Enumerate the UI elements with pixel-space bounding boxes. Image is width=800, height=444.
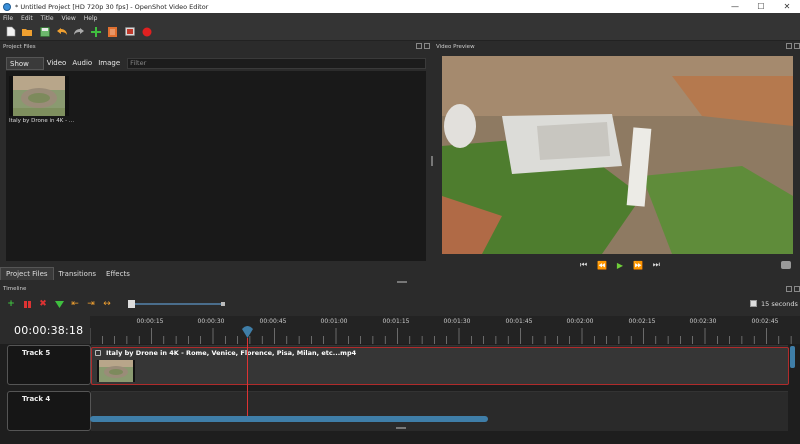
menu-file[interactable]: File (3, 15, 13, 22)
main-toolbar (0, 23, 800, 41)
zoom-slider-track[interactable] (132, 303, 224, 305)
tab-show-all[interactable]: Show All (6, 56, 44, 81)
horizontal-scrollbar[interactable] (90, 416, 488, 422)
video-preview-dock-title: Video Preview (436, 44, 475, 50)
ruler-tick-label: 00:02:45 (751, 318, 779, 325)
track-header[interactable]: Track 5 (7, 345, 91, 385)
maximize-icon[interactable]: ☐ (748, 0, 774, 13)
ruler-tick-label: 00:02:30 (689, 318, 717, 325)
previous-marker-icon[interactable]: ⇤ (70, 299, 80, 309)
vertical-scrollbar[interactable] (790, 346, 795, 368)
playhead-line (247, 338, 248, 418)
timeline-ruler[interactable]: 00:00:15 00:00:30 00:00:45 00:01:00 00:0… (90, 316, 800, 344)
play-icon[interactable]: ▶ (617, 261, 623, 270)
next-marker-icon[interactable]: ⇥ (86, 299, 96, 309)
video-frame (442, 56, 793, 254)
window-titlebar: * Untitled Project [HD 720p 30 fps] - Op… (0, 0, 800, 13)
tab-project-files[interactable]: Project Files (0, 267, 54, 280)
bottom-tabs: Project Files Transitions Effects (0, 267, 428, 280)
file-name: Italy by Drone in 4K - ... (9, 118, 75, 124)
tab-transitions[interactable]: Transitions (54, 268, 102, 280)
razor-icon[interactable]: ✖ (38, 299, 48, 309)
fullscreen-icon[interactable] (123, 26, 136, 38)
playhead-handle[interactable] (242, 325, 253, 338)
filter-bar: Show All Video Audio Image Filter (6, 56, 426, 81)
jump-start-icon[interactable]: ⏮ (580, 260, 587, 270)
save-project-icon[interactable] (38, 26, 51, 38)
snapping-icon[interactable] (22, 299, 32, 309)
window-title: * Untitled Project [HD 720p 30 fps] - Op… (15, 2, 209, 11)
vertical-splitter-handle[interactable] (431, 156, 433, 166)
fast-forward-icon[interactable]: ⏩ (633, 261, 643, 270)
track-lane[interactable] (91, 391, 788, 431)
new-project-icon[interactable] (4, 26, 17, 38)
export-video-icon[interactable] (140, 26, 153, 38)
track-name: Track 4 (22, 395, 51, 403)
timeline-toolbar: + ✖ ⇤ ⇥ ↔ (0, 296, 800, 312)
menu-view[interactable]: View (62, 15, 76, 22)
menu-edit[interactable]: Edit (21, 15, 33, 22)
playback-controls: ⏮ ⏪ ▶ ⏩ ⏭ (580, 259, 660, 271)
add-marker-icon[interactable] (54, 299, 64, 309)
dock-buttons[interactable] (784, 286, 800, 292)
ruler-tick-label: 00:02:00 (566, 318, 594, 325)
undo-icon[interactable] (55, 26, 68, 38)
ruler-tick-label: 00:00:30 (197, 318, 225, 325)
jump-end-icon[interactable]: ⏭ (653, 260, 660, 270)
add-track-icon[interactable]: + (6, 299, 16, 309)
rewind-icon[interactable]: ⏪ (597, 261, 607, 270)
timecode-display: 00:00:38:18 (14, 324, 84, 337)
zoom-slider-end[interactable] (221, 302, 225, 306)
tab-video[interactable]: Video (44, 57, 70, 70)
tab-effects[interactable]: Effects (101, 268, 135, 280)
menu-bar: File Edit Title View Help (0, 13, 800, 23)
ruler-tick-label: 00:01:00 (320, 318, 348, 325)
ruler-tick-label: 00:01:15 (382, 318, 410, 325)
clip-thumbnail (97, 360, 135, 382)
project-files-dock-title: Project Files (3, 44, 36, 50)
menu-help[interactable]: Help (84, 15, 98, 22)
ruler-tick-label: 00:02:15 (628, 318, 656, 325)
minimize-icon[interactable]: — (722, 0, 748, 13)
bottom-splitter-handle[interactable] (396, 427, 406, 429)
zoom-slider-handle[interactable] (128, 300, 135, 308)
track-name: Track 5 (22, 349, 51, 357)
import-files-icon[interactable] (89, 26, 102, 38)
openshot-logo-icon (3, 2, 11, 11)
ruler-tick-label: 00:00:15 (136, 318, 164, 325)
dock-buttons[interactable] (414, 43, 430, 49)
clip-menu-icon[interactable] (95, 350, 101, 356)
splitter-handle[interactable] (397, 281, 407, 283)
timeline-dock-title: Timeline (3, 286, 27, 292)
center-playhead-icon[interactable]: ↔ (102, 299, 112, 309)
menu-title[interactable]: Title (41, 15, 54, 22)
tab-image[interactable]: Image (95, 57, 123, 70)
scale-checkbox[interactable] (750, 300, 757, 307)
snapshot-camera-icon[interactable] (781, 261, 791, 269)
track-header[interactable]: Track 4 (7, 391, 91, 431)
ruler-tick-label: 00:01:30 (443, 318, 471, 325)
file-thumbnail[interactable] (9, 76, 69, 116)
open-project-icon[interactable] (21, 26, 34, 38)
redo-icon[interactable] (72, 26, 85, 38)
ruler-tick-label: 00:00:45 (259, 318, 287, 325)
clip-title: Italy by Drone in 4K - Rome, Venice, Flo… (106, 349, 357, 357)
profile-icon[interactable] (106, 26, 119, 38)
ruler-tick-label: 00:01:45 (505, 318, 533, 325)
timeline-clip[interactable]: Italy by Drone in 4K - Rome, Venice, Flo… (91, 347, 789, 385)
tab-audio[interactable]: Audio (69, 57, 95, 70)
project-files-list[interactable]: Italy by Drone in 4K - ... (6, 71, 426, 261)
filter-input[interactable]: Filter (127, 57, 426, 69)
close-icon[interactable]: ✕ (774, 0, 800, 13)
dock-buttons[interactable] (784, 43, 800, 49)
scale-label: 15 seconds (761, 300, 798, 308)
